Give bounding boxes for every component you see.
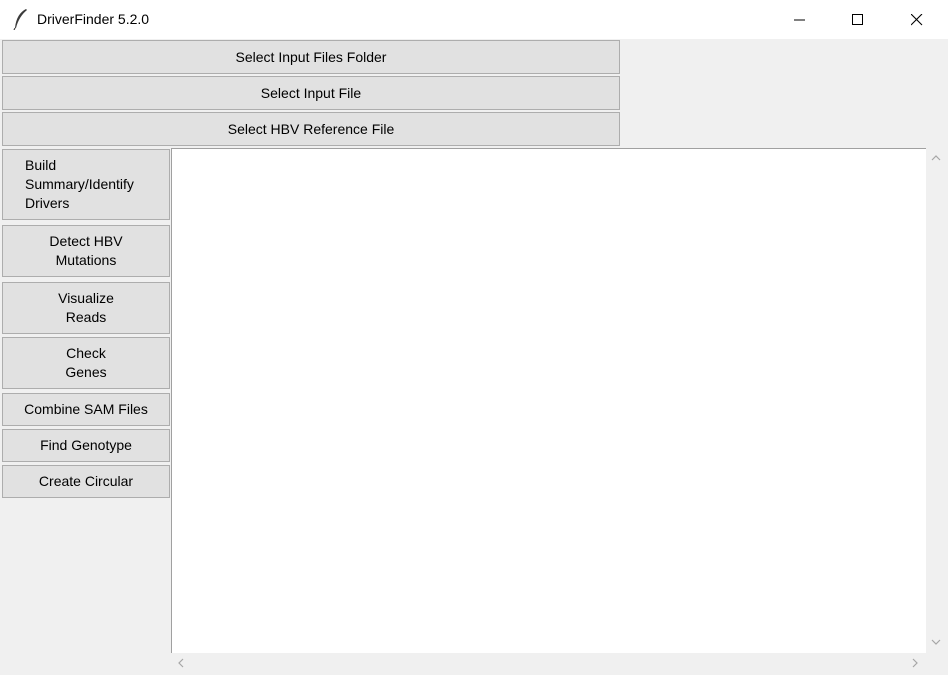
scroll-left-icon[interactable]	[177, 658, 185, 668]
output-text-area[interactable]	[171, 148, 926, 653]
visualize-reads-button[interactable]: Visualize Reads	[2, 282, 170, 334]
scroll-up-icon[interactable]	[931, 154, 941, 162]
title-bar: DriverFinder 5.2.0	[0, 0, 948, 39]
create-circular-button[interactable]: Create Circular	[2, 465, 170, 498]
detect-hbv-mutations-button[interactable]: Detect HBV Mutations	[2, 225, 170, 277]
maximize-button[interactable]	[829, 0, 887, 39]
scroll-right-icon[interactable]	[911, 658, 919, 668]
minimize-button[interactable]	[771, 0, 829, 39]
minimize-icon	[794, 19, 805, 21]
close-button[interactable]	[888, 0, 946, 39]
build-summary-button[interactable]: Build Summary/Identify Drivers	[2, 149, 170, 220]
vertical-scrollbar[interactable]	[926, 148, 946, 653]
combine-sam-files-button[interactable]: Combine SAM Files	[2, 393, 170, 426]
check-genes-button[interactable]: Check Genes	[2, 337, 170, 389]
window-title: DriverFinder 5.2.0	[37, 11, 150, 27]
find-genotype-button[interactable]: Find Genotype	[2, 429, 170, 462]
select-input-folder-button[interactable]: Select Input Files Folder	[2, 40, 620, 74]
select-hbv-reference-button[interactable]: Select HBV Reference File	[2, 112, 620, 146]
select-input-file-button[interactable]: Select Input File	[2, 76, 620, 110]
close-icon	[911, 14, 923, 26]
feather-icon	[13, 8, 29, 31]
maximize-icon	[852, 14, 863, 25]
horizontal-scrollbar[interactable]	[171, 653, 926, 673]
scroll-down-icon[interactable]	[931, 638, 941, 646]
